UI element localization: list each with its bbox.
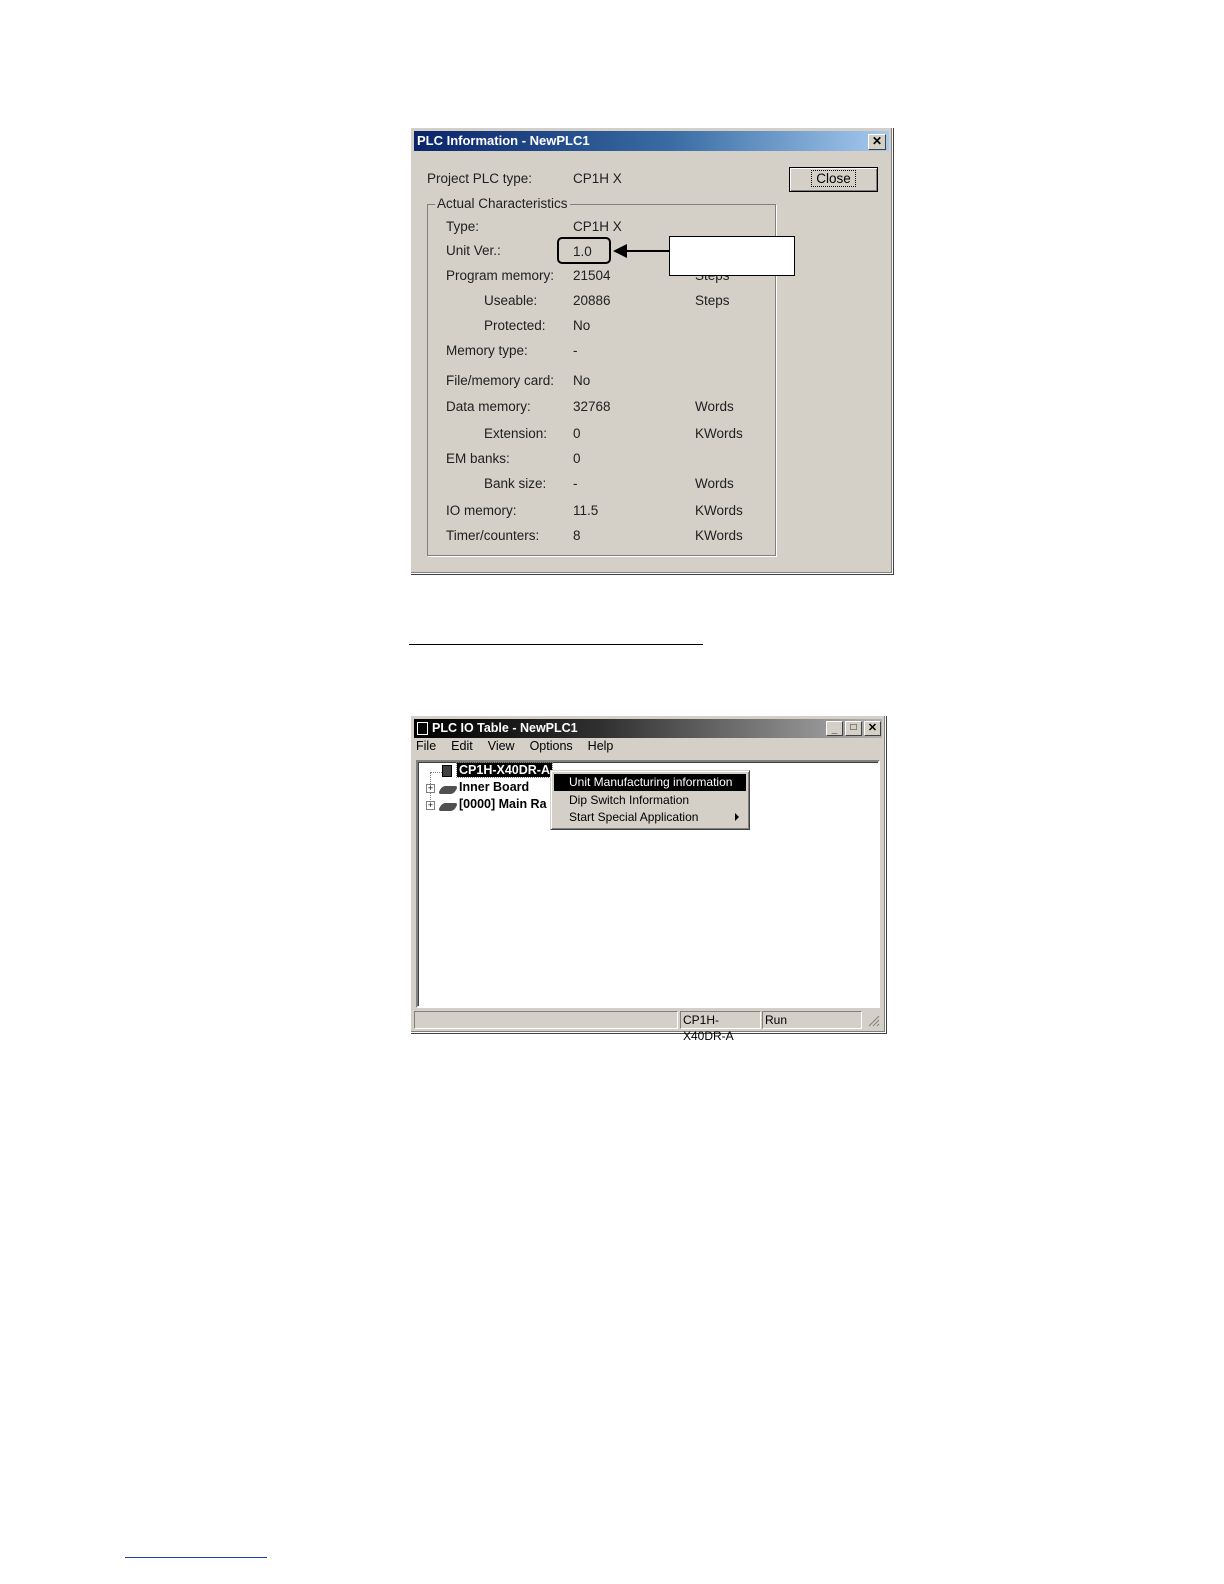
dialog-titlebar[interactable]: PLC Information - NewPLC1 ✕ <box>414 131 889 151</box>
menu-item-dip-switch-info[interactable]: Dip Switch Information <box>554 792 746 809</box>
bank-size-unit: Words <box>695 476 734 491</box>
group-label: Actual Characteristics <box>435 196 570 211</box>
data-memory-value: 32768 <box>573 399 611 414</box>
window-title: PLC IO Table - NewPLC1 <box>432 721 578 735</box>
expand-icon[interactable]: + <box>426 801 435 810</box>
resize-grip-icon[interactable] <box>868 1015 880 1027</box>
minimize-icon[interactable]: _ <box>826 721 843 736</box>
extension-label: Extension: <box>484 426 548 441</box>
menu-item-start-special-application[interactable]: Start Special Application <box>554 809 746 826</box>
data-memory-unit: Words <box>695 399 734 414</box>
io-memory-label: IO memory: <box>446 503 517 518</box>
close-button-label: Close <box>811 170 856 187</box>
unit-ver-value: 1.0 <box>573 244 592 259</box>
em-banks-label: EM banks: <box>446 451 510 466</box>
memory-type-label: Memory type: <box>446 343 528 358</box>
io-tree-pane[interactable]: CP1H-X40DR-A + Inner Board + [0000] Main… <box>416 760 880 1008</box>
menu-help[interactable]: Help <box>586 739 616 753</box>
program-memory-label: Program memory: <box>446 268 555 283</box>
context-menu: Unit Manufacturing information Dip Switc… <box>550 770 750 830</box>
memory-type-value: - <box>573 343 578 358</box>
menu-edit[interactable]: Edit <box>449 739 475 753</box>
board-icon <box>437 786 459 794</box>
dialog-title: PLC Information - NewPLC1 <box>417 133 590 148</box>
bank-size-value: - <box>573 476 578 491</box>
status-model: CP1H-X40DR-A <box>680 1011 761 1043</box>
protected-label: Protected: <box>484 318 546 333</box>
menu-item-unit-manufacturing-info[interactable]: Unit Manufacturing information <box>554 774 746 791</box>
bank-size-label: Bank size: <box>484 476 547 491</box>
file-memory-card-value: No <box>573 373 591 388</box>
close-window-icon[interactable]: ✕ <box>864 721 881 736</box>
maximize-icon[interactable]: □ <box>845 721 862 736</box>
protected-value: No <box>573 318 591 333</box>
useable-value: 20886 <box>573 293 611 308</box>
menu-bar: File Edit View Options Help <box>414 739 626 757</box>
io-memory-unit: KWords <box>695 503 743 518</box>
status-cell-empty <box>414 1011 678 1029</box>
project-plc-type-label: Project PLC type: <box>427 171 533 186</box>
window-app-icon[interactable] <box>417 722 428 735</box>
close-button[interactable]: Close <box>789 167 878 192</box>
extension-unit: KWords <box>695 426 743 441</box>
timer-counters-unit: KWords <box>695 528 743 543</box>
submenu-arrow-icon <box>735 813 739 821</box>
tree-node-root[interactable]: CP1H-X40DR-A <box>456 762 553 778</box>
menu-options[interactable]: Options <box>528 739 575 753</box>
file-memory-card-label: File/memory card: <box>446 373 555 388</box>
rack-icon <box>437 803 459 811</box>
useable-label: Useable: <box>484 293 538 308</box>
status-bar: CP1H-X40DR-A Run <box>414 1011 882 1043</box>
tree-line <box>430 772 442 774</box>
callout-box <box>669 236 795 276</box>
footer-link-underline[interactable] <box>125 1557 267 1558</box>
close-icon[interactable]: ✕ <box>868 134 886 150</box>
tree-node-main-rack[interactable]: [0000] Main Ra <box>459 797 547 811</box>
program-memory-value: 21504 <box>573 268 611 283</box>
unit-ver-label: Unit Ver.: <box>446 243 501 258</box>
timer-counters-label: Timer/counters: <box>446 528 540 543</box>
project-plc-type-value: CP1H X <box>573 171 622 186</box>
menu-file[interactable]: File <box>414 739 438 753</box>
em-banks-value: 0 <box>573 451 581 466</box>
extension-value: 0 <box>573 426 581 441</box>
menu-view[interactable]: View <box>486 739 517 753</box>
tree-node-inner-board[interactable]: Inner Board <box>459 780 529 794</box>
type-value: CP1H X <box>573 219 622 234</box>
window-titlebar[interactable]: PLC IO Table - NewPLC1 _ □ ✕ <box>414 719 882 738</box>
timer-counters-value: 8 <box>573 528 581 543</box>
plc-information-dialog: PLC Information - NewPLC1 ✕ Project PLC … <box>410 127 893 574</box>
data-memory-label: Data memory: <box>446 399 531 414</box>
expand-icon[interactable]: + <box>426 784 435 793</box>
link-underline[interactable] <box>409 644 703 645</box>
type-label: Type: <box>446 219 480 234</box>
status-mode: Run <box>762 1011 862 1029</box>
io-memory-value: 11.5 <box>573 503 599 518</box>
callout-arrow-icon <box>613 244 671 258</box>
plc-unit-icon <box>442 765 452 777</box>
useable-unit: Steps <box>695 293 730 308</box>
plc-io-table-window: PLC IO Table - NewPLC1 _ □ ✕ File Edit Vie… <box>410 715 886 1043</box>
